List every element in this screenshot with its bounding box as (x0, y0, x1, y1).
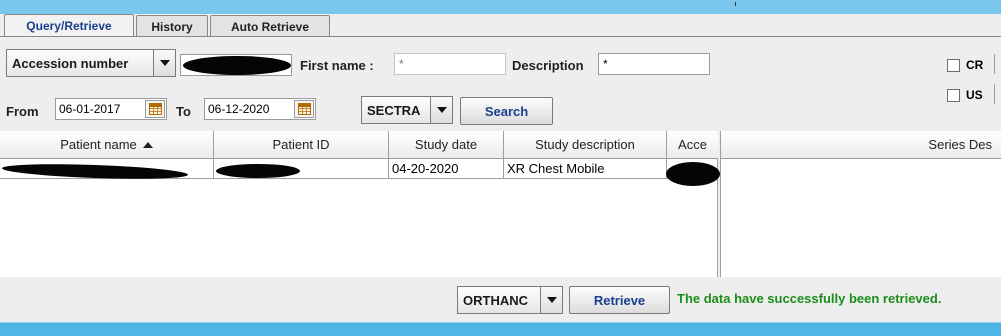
column-accession-label: Acce (678, 137, 707, 152)
column-study-description-label: Study description (535, 137, 635, 152)
to-calendar-button[interactable] (294, 100, 314, 118)
cell-study-description: XR Chest Mobile (504, 159, 667, 178)
window-top-bar (0, 0, 1001, 14)
tab-history[interactable]: History (136, 15, 208, 37)
cr-checkbox[interactable] (947, 58, 960, 72)
calendar-icon (148, 103, 162, 115)
cr-label: CR (966, 58, 984, 72)
tab-auto-retrieve[interactable]: Auto Retrieve (210, 15, 330, 37)
destination-node-select[interactable]: ORTHANC (457, 286, 563, 314)
window-bottom-bar (0, 322, 1001, 336)
search-field-select[interactable]: Accession number (6, 49, 176, 77)
source-node-select[interactable]: SECTRA (361, 96, 453, 124)
chevron-down-icon[interactable] (430, 97, 452, 123)
tab-query-retrieve-label: Query/Retrieve (26, 19, 112, 33)
redacted-accession-number (183, 56, 291, 75)
table-header: Patient name Patient ID Study date Study… (0, 131, 718, 159)
sort-ascending-icon (142, 141, 153, 148)
us-label: US (966, 88, 983, 102)
calendar-icon (297, 103, 311, 115)
modality-cr[interactable]: CR (947, 58, 983, 72)
tab-history-label: History (151, 19, 193, 34)
column-study-description[interactable]: Study description (504, 131, 667, 159)
first-name-label: First name : (300, 58, 374, 73)
chevron-down-icon[interactable] (153, 50, 175, 76)
redacted-accession (666, 162, 720, 186)
column-patient-name-label: Patient name (60, 137, 137, 152)
us-checkbox[interactable] (947, 88, 960, 102)
to-label: To (176, 104, 191, 119)
column-accession[interactable]: Acce (667, 131, 718, 159)
destination-node-value: ORTHANC (463, 292, 528, 308)
tab-query-retrieve[interactable]: Query/Retrieve (4, 14, 134, 37)
modality-us[interactable]: US (947, 88, 983, 102)
modality-separator-2 (994, 84, 995, 104)
study-table: Patient name Patient ID Study date Study… (0, 131, 720, 277)
from-calendar-button[interactable] (145, 100, 165, 118)
search-button[interactable]: Search (460, 97, 553, 125)
tab-divider (0, 36, 1001, 37)
column-patient-id-label: Patient ID (272, 137, 330, 152)
column-study-date[interactable]: Study date (389, 131, 504, 159)
redacted-patient-id (216, 164, 300, 178)
description-label: Description (512, 58, 584, 73)
chevron-down-icon[interactable] (540, 287, 562, 313)
column-series-description-label: Series Des (928, 137, 992, 152)
search-field-value: Accession number (12, 55, 129, 71)
retrieve-button[interactable]: Retrieve (569, 286, 670, 314)
tab-auto-retrieve-label: Auto Retrieve (230, 19, 310, 34)
status-message: The data have successfully been retrieve… (677, 291, 942, 306)
column-series-description[interactable]: Series Des (721, 131, 1001, 159)
source-node-value: SECTRA (367, 102, 421, 118)
first-name-input[interactable] (394, 53, 506, 75)
description-input[interactable] (598, 53, 710, 75)
column-study-date-label: Study date (414, 137, 478, 152)
cell-study-date: 04-20-2020 (389, 159, 504, 178)
column-patient-id[interactable]: Patient ID (214, 131, 389, 159)
query-retrieve-window: Query/Retrieve History Auto Retrieve Acc… (0, 0, 1001, 336)
modality-separator-1 (994, 54, 995, 74)
column-patient-name[interactable]: Patient name (0, 131, 214, 159)
from-date-picker[interactable]: 06-01-2017 (55, 98, 167, 120)
from-label: From (6, 104, 39, 119)
to-date-value: 06-12-2020 (208, 102, 270, 116)
to-date-picker[interactable]: 06-12-2020 (204, 98, 316, 120)
tab-bar: Query/Retrieve History Auto Retrieve (0, 14, 1001, 37)
from-date-value: 06-01-2017 (59, 102, 121, 116)
series-table: Series Des (720, 131, 1001, 277)
